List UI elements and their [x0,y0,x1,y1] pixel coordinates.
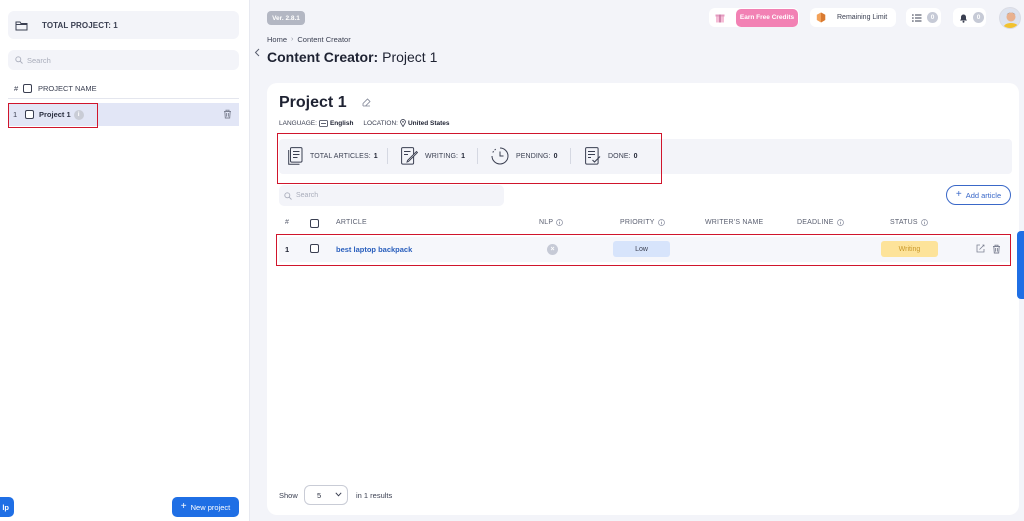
gift-icon[interactable] [715,12,725,23]
column-header-status-label: STATUS [890,219,918,226]
folder-icon [15,21,28,30]
project-name-header: PROJECT NAME [38,83,97,93]
total-project-box: TOTAL PROJECT: 1 [8,11,239,39]
column-header-priority-label: PRIORITY [620,219,655,226]
shield-icon [816,12,826,23]
info-icon[interactable] [657,219,665,226]
breadcrumb-current: Content Creator [297,35,351,44]
sidebar-search-input[interactable]: Search [8,50,239,70]
location-value: United States [407,119,450,127]
info-icon[interactable] [920,219,928,226]
edit-icon[interactable] [362,98,371,107]
page-size-select[interactable]: 5 [304,485,348,505]
search-icon [15,56,23,64]
highlight-box-stats [277,133,662,184]
version-badge: Ver. 2.8.1 [267,11,305,25]
chevron-left-icon[interactable] [254,48,260,57]
results-count-label: in 1 results [356,491,393,500]
total-project-label: TOTAL PROJECT: 1 [42,20,118,30]
breadcrumb-home[interactable]: Home [267,35,287,44]
info-icon[interactable] [556,219,564,226]
chevron-down-icon [335,492,342,497]
info-icon[interactable] [836,219,844,226]
notifications-pill[interactable]: 0 [953,8,986,27]
select-all-articles-checkbox[interactable] [310,219,319,228]
breadcrumb: Home › Content Creator [267,35,351,44]
language-icon [319,119,328,127]
select-all-articles [310,219,319,228]
remaining-limit-label: Remaining Limit [837,14,888,21]
column-header-deadline: DEADLINE [797,219,844,226]
language-value: English [329,119,354,127]
project-meta: LANGUAGE: English LOCATION: United State… [279,119,450,127]
column-header-nlp-label: NLP [539,219,554,226]
column-header-article: ARTICLE [336,219,367,226]
chevron-right-icon: › [291,36,294,43]
column-header-deadline-label: DEADLINE [797,219,834,226]
column-header-nlp: NLP [539,219,564,226]
highlight-box-project-row [8,103,98,128]
bell-icon [960,14,967,23]
sidebar-search-placeholder: Search [27,55,51,65]
add-article-label: Add article [965,190,1002,200]
sidebar-hash-header: # [14,83,19,93]
show-label: Show [279,491,298,500]
avatar[interactable] [999,7,1021,29]
remaining-limit-pill[interactable]: Remaining Limit [810,8,896,27]
tasks-pill[interactable]: 0 [906,8,941,27]
add-article-button[interactable]: + Add article [946,185,1011,205]
new-project-label: New project [190,502,231,512]
list-icon [912,13,922,22]
earn-free-credits-button[interactable]: Earn Free Credits [736,8,798,27]
sidebar-table-header: # PROJECT NAME [8,80,239,96]
location-meta: LOCATION: United States [363,119,450,127]
column-header-num: # [285,219,290,226]
page-title-project: Project 1 [382,49,438,65]
column-header-writer: WRITER'S NAME [705,219,764,226]
user-avatar-image [1000,8,1020,28]
trash-icon[interactable] [223,109,232,119]
article-search-input[interactable]: Search [279,185,504,206]
language-meta: LANGUAGE: English [279,120,353,127]
select-all-projects-checkbox[interactable] [23,83,32,93]
help-button[interactable]: lp [0,497,14,517]
project-sidebar: TOTAL PROJECT: 1 Search # PROJECT NAME 1… [0,0,250,521]
plus-icon: + [180,501,187,512]
plus-icon: + [955,189,962,200]
page-title-prefix: Content Creator: [267,49,379,65]
location-icon [400,119,406,127]
tasks-count-badge: 0 [927,12,938,23]
new-project-button[interactable]: + New project [172,497,239,517]
page-title: Content Creator: Project 1 [267,49,437,65]
sidebar-divider [8,98,239,99]
language-label: LANGUAGE: [279,119,317,127]
location-label: LOCATION: [363,119,398,127]
project-title: Project 1 [279,94,347,111]
column-header-priority: PRIORITY [620,219,665,226]
highlight-box-article-row [276,234,1011,266]
earn-credits-pill: Earn Free Credits [709,8,799,27]
page-size-value: 5 [317,490,322,500]
scrollbar-thumb[interactable] [1017,231,1024,299]
article-search-placeholder: Search [296,192,319,199]
search-icon [284,191,292,200]
notifications-count-badge: 0 [973,12,984,23]
column-header-status: STATUS [890,219,928,226]
